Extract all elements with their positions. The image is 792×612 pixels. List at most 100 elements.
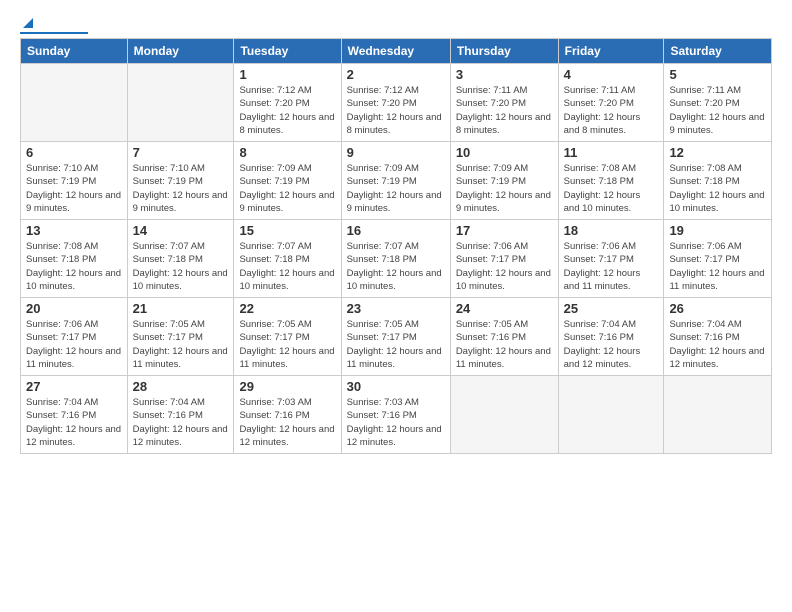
calendar-cell: 21 Sunrise: 7:05 AM Sunset: 7:17 PM Dayli… (127, 298, 234, 376)
day-info: Sunrise: 7:03 AM Sunset: 7:16 PM Dayligh… (347, 396, 445, 449)
day-info: Sunrise: 7:09 AM Sunset: 7:19 PM Dayligh… (347, 162, 445, 215)
day-number: 29 (239, 379, 335, 394)
calendar-cell: 27Sunrise: 7:04 AM Sunset: 7:16 PM Dayli… (21, 376, 128, 454)
day-number: 14 (133, 223, 229, 238)
day-info: Sunrise: 7:10 AM Sunset: 7:19 PM Dayligh… (133, 162, 229, 215)
day-info: Sunrise: 7:04 AM Sunset: 7:16 PM Dayligh… (26, 396, 122, 449)
calendar-header-wednesday: Wednesday (341, 39, 450, 64)
calendar-cell (664, 376, 772, 454)
day-info: Sunrise: 7:04 AM Sunset: 7:16 PM Dayligh… (133, 396, 229, 449)
calendar-cell: 3 Sunrise: 7:11 AM Sunset: 7:20 PM Daylig… (450, 64, 558, 142)
day-number: 21 (133, 301, 229, 316)
calendar-week-row-2: 6 Sunrise: 7:10 AM Sunset: 7:19 PM Daylig… (21, 142, 772, 220)
day-info: Sunrise: 7:06 AM Sunset: 7:17 PM Dayligh… (669, 240, 766, 293)
day-number: 15 (239, 223, 335, 238)
day-info: Sunrise: 7:12 AM Sunset: 7:20 PM Dayligh… (239, 84, 335, 137)
calendar-cell: 17 Sunrise: 7:06 AM Sunset: 7:17 PM Dayli… (450, 220, 558, 298)
day-number: 19 (669, 223, 766, 238)
day-info: Sunrise: 7:05 AM Sunset: 7:17 PM Dayligh… (239, 318, 335, 371)
day-number: 26 (669, 301, 766, 316)
day-number: 1 (239, 67, 335, 82)
calendar-cell: 13 Sunrise: 7:08 AM Sunset: 7:18 PM Dayli… (21, 220, 128, 298)
day-number: 20 (26, 301, 122, 316)
day-info: Sunrise: 7:06 AM Sunset: 7:17 PM Dayligh… (456, 240, 553, 293)
calendar-cell (450, 376, 558, 454)
calendar-cell: 1 Sunrise: 7:12 AM Sunset: 7:20 PM Daylig… (234, 64, 341, 142)
calendar-cell: 11 Sunrise: 7:08 AM Sunset: 7:18 PM Dayli… (558, 142, 664, 220)
calendar-cell: 28 Sunrise: 7:04 AM Sunset: 7:16 PM Dayli… (127, 376, 234, 454)
day-info: Sunrise: 7:09 AM Sunset: 7:19 PM Dayligh… (239, 162, 335, 215)
day-number: 22 (239, 301, 335, 316)
calendar-cell: 16 Sunrise: 7:07 AM Sunset: 7:18 PM Dayli… (341, 220, 450, 298)
calendar-cell: 18Sunrise: 7:06 AM Sunset: 7:17 PM Dayli… (558, 220, 664, 298)
calendar-header-tuesday: Tuesday (234, 39, 341, 64)
day-number: 10 (456, 145, 553, 160)
calendar-cell: 7 Sunrise: 7:10 AM Sunset: 7:19 PM Daylig… (127, 142, 234, 220)
day-number: 23 (347, 301, 445, 316)
page: SundayMondayTuesdayWednesdayThursdayFrid… (0, 0, 792, 612)
calendar-header-saturday: Saturday (664, 39, 772, 64)
day-number: 16 (347, 223, 445, 238)
day-info: Sunrise: 7:05 AM Sunset: 7:16 PM Dayligh… (456, 318, 553, 371)
day-number: 17 (456, 223, 553, 238)
day-number: 7 (133, 145, 229, 160)
calendar-cell: 23 Sunrise: 7:05 AM Sunset: 7:17 PM Dayli… (341, 298, 450, 376)
day-info: Sunrise: 7:07 AM Sunset: 7:18 PM Dayligh… (347, 240, 445, 293)
calendar-cell: 22 Sunrise: 7:05 AM Sunset: 7:17 PM Dayli… (234, 298, 341, 376)
day-number: 3 (456, 67, 553, 82)
day-info: Sunrise: 7:06 AM Sunset: 7:17 PM Dayligh… (26, 318, 122, 371)
day-info: Sunrise: 7:11 AM Sunset: 7:20 PM Dayligh… (669, 84, 766, 137)
calendar-header-monday: Monday (127, 39, 234, 64)
day-info: Sunrise: 7:12 AM Sunset: 7:20 PM Dayligh… (347, 84, 445, 137)
calendar-header-thursday: Thursday (450, 39, 558, 64)
day-number: 28 (133, 379, 229, 394)
calendar-week-row-3: 13 Sunrise: 7:08 AM Sunset: 7:18 PM Dayli… (21, 220, 772, 298)
day-number: 5 (669, 67, 766, 82)
calendar-cell: 5 Sunrise: 7:11 AM Sunset: 7:20 PM Daylig… (664, 64, 772, 142)
day-number: 11 (564, 145, 659, 160)
day-number: 24 (456, 301, 553, 316)
calendar-cell: 4 Sunrise: 7:11 AM Sunset: 7:20 PM Daylig… (558, 64, 664, 142)
day-info: Sunrise: 7:07 AM Sunset: 7:18 PM Dayligh… (133, 240, 229, 293)
day-info: Sunrise: 7:11 AM Sunset: 7:20 PM Dayligh… (456, 84, 553, 137)
day-info: Sunrise: 7:08 AM Sunset: 7:18 PM Dayligh… (669, 162, 766, 215)
calendar-cell: 9 Sunrise: 7:09 AM Sunset: 7:19 PM Daylig… (341, 142, 450, 220)
calendar-header-sunday: Sunday (21, 39, 128, 64)
calendar-cell: 10Sunrise: 7:09 AM Sunset: 7:19 PM Dayli… (450, 142, 558, 220)
calendar-header-row: SundayMondayTuesdayWednesdayThursdayFrid… (21, 39, 772, 64)
day-info: Sunrise: 7:07 AM Sunset: 7:18 PM Dayligh… (239, 240, 335, 293)
day-number: 25 (564, 301, 659, 316)
logo (20, 16, 88, 34)
day-number: 12 (669, 145, 766, 160)
day-number: 2 (347, 67, 445, 82)
day-info: Sunrise: 7:05 AM Sunset: 7:17 PM Dayligh… (347, 318, 445, 371)
calendar-cell: 30Sunrise: 7:03 AM Sunset: 7:16 PM Dayli… (341, 376, 450, 454)
day-info: Sunrise: 7:08 AM Sunset: 7:18 PM Dayligh… (26, 240, 122, 293)
calendar-week-row-5: 27Sunrise: 7:04 AM Sunset: 7:16 PM Dayli… (21, 376, 772, 454)
day-info: Sunrise: 7:08 AM Sunset: 7:18 PM Dayligh… (564, 162, 659, 215)
calendar-cell: 26Sunrise: 7:04 AM Sunset: 7:16 PM Dayli… (664, 298, 772, 376)
day-number: 13 (26, 223, 122, 238)
calendar-header-friday: Friday (558, 39, 664, 64)
calendar-cell: 20 Sunrise: 7:06 AM Sunset: 7:17 PM Dayli… (21, 298, 128, 376)
calendar-cell: 29Sunrise: 7:03 AM Sunset: 7:16 PM Dayli… (234, 376, 341, 454)
day-info: Sunrise: 7:05 AM Sunset: 7:17 PM Dayligh… (133, 318, 229, 371)
day-number: 18 (564, 223, 659, 238)
day-number: 8 (239, 145, 335, 160)
logo-underline (20, 32, 88, 34)
day-number: 9 (347, 145, 445, 160)
calendar-cell: 24 Sunrise: 7:05 AM Sunset: 7:16 PM Dayli… (450, 298, 558, 376)
calendar-cell: 6 Sunrise: 7:10 AM Sunset: 7:19 PM Daylig… (21, 142, 128, 220)
header (20, 16, 772, 34)
calendar-week-row-4: 20 Sunrise: 7:06 AM Sunset: 7:17 PM Dayli… (21, 298, 772, 376)
calendar-cell: 19 Sunrise: 7:06 AM Sunset: 7:17 PM Dayli… (664, 220, 772, 298)
calendar-cell (558, 376, 664, 454)
calendar-table: SundayMondayTuesdayWednesdayThursdayFrid… (20, 38, 772, 454)
day-info: Sunrise: 7:10 AM Sunset: 7:19 PM Dayligh… (26, 162, 122, 215)
day-number: 4 (564, 67, 659, 82)
day-number: 6 (26, 145, 122, 160)
calendar-cell (21, 64, 128, 142)
day-info: Sunrise: 7:11 AM Sunset: 7:20 PM Dayligh… (564, 84, 659, 137)
calendar-cell: 12 Sunrise: 7:08 AM Sunset: 7:18 PM Dayli… (664, 142, 772, 220)
calendar-cell: 14 Sunrise: 7:07 AM Sunset: 7:18 PM Dayli… (127, 220, 234, 298)
